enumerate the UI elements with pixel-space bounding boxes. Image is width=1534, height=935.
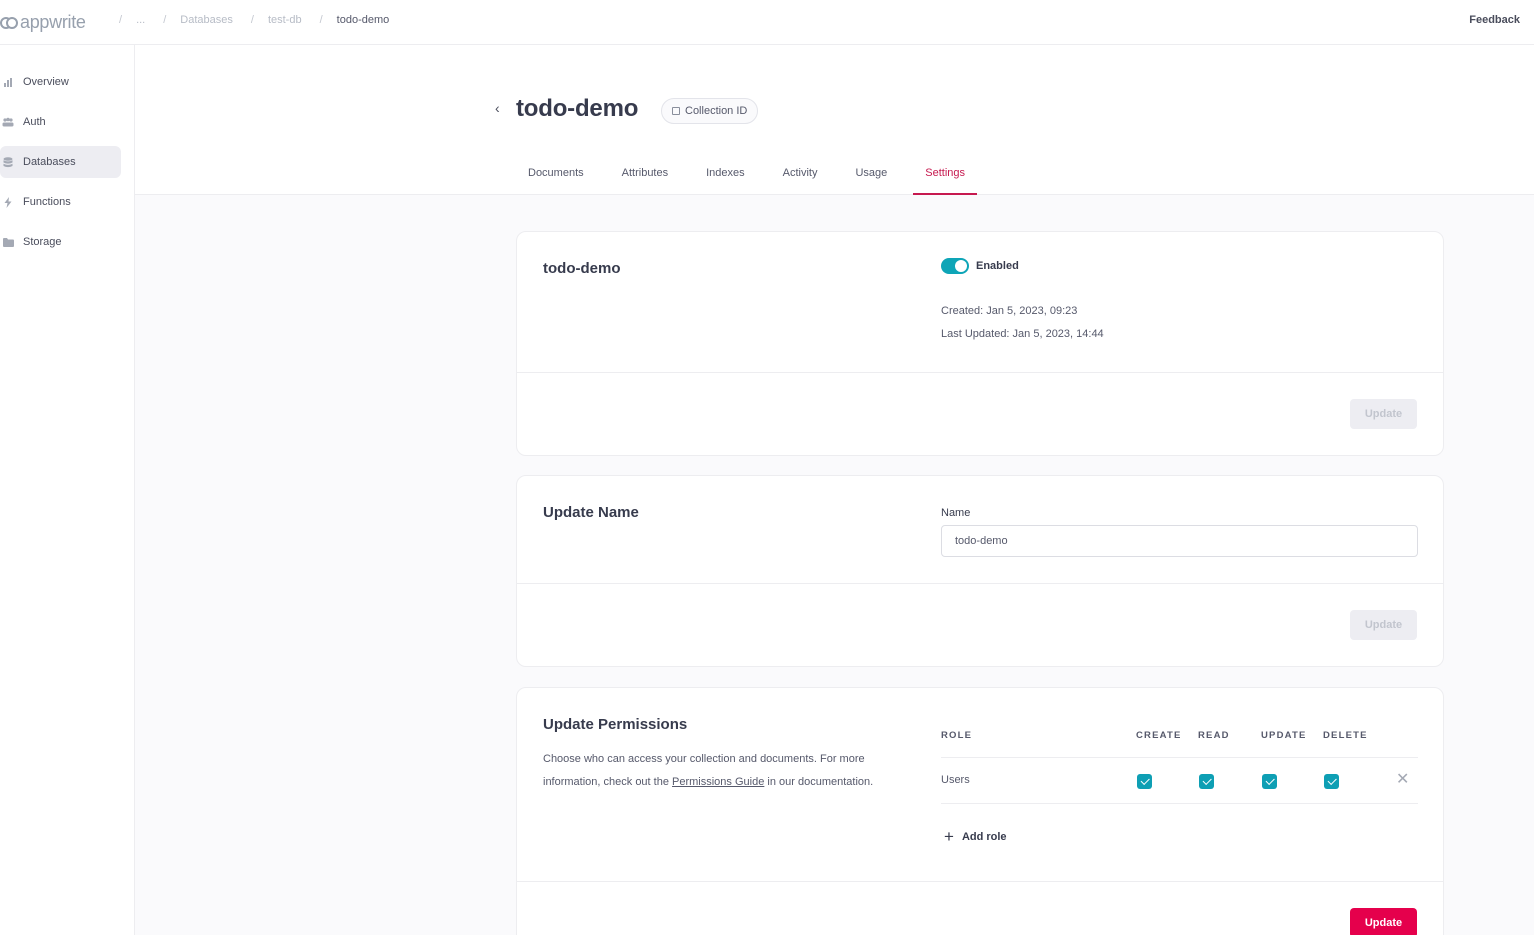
- tab-documents[interactable]: Documents: [516, 157, 596, 195]
- card-title: Update Name: [543, 504, 639, 521]
- breadcrumb-separator: /: [163, 14, 167, 26]
- sidebar-item-label: Overview: [23, 76, 69, 88]
- sidebar: Overview Auth Databases Functions Storag…: [0, 45, 135, 935]
- breadcrumb-separator: /: [250, 14, 254, 26]
- database-icon: [2, 156, 14, 168]
- plus-icon: +: [944, 827, 954, 846]
- chart-bar-icon: [2, 76, 14, 88]
- last-updated-date: Last Updated: Jan 5, 2023, 14:44: [941, 328, 1104, 340]
- appwrite-logo-icon: [0, 15, 18, 29]
- permissions-description-text: in our documentation.: [764, 775, 874, 788]
- card-footer: Update: [517, 881, 1443, 935]
- table-divider: [941, 803, 1418, 804]
- tab-indexes[interactable]: Indexes: [694, 157, 757, 195]
- breadcrumb-item-ellipsis[interactable]: ...: [136, 14, 145, 26]
- table-divider: [941, 757, 1418, 758]
- collection-id-label: Collection ID: [685, 105, 748, 117]
- sidebar-item-functions[interactable]: Functions: [0, 186, 121, 218]
- toggle-label: Enabled: [976, 260, 1019, 272]
- sidebar-item-label: Databases: [23, 156, 76, 168]
- appwrite-logo[interactable]: appwrite: [0, 10, 86, 34]
- update-permissions-button[interactable]: Update: [1350, 908, 1417, 935]
- update-status-button[interactable]: Update: [1350, 399, 1417, 429]
- delete-checkbox[interactable]: [1324, 774, 1339, 789]
- logo-text: appwrite: [20, 11, 86, 32]
- update-checkbox[interactable]: [1262, 774, 1277, 789]
- breadcrumb: / ... / Databases / test-db / todo-demo: [115, 14, 403, 26]
- column-header-create: CREATE: [1136, 730, 1182, 741]
- update-name-button[interactable]: Update: [1350, 610, 1417, 640]
- lightning-icon: [2, 196, 14, 208]
- folder-icon: [2, 236, 14, 248]
- users-icon: [2, 116, 14, 128]
- copy-icon: [672, 107, 680, 115]
- role-name: Users: [941, 774, 970, 786]
- sidebar-item-auth[interactable]: Auth: [0, 106, 121, 138]
- sidebar-item-label: Storage: [23, 236, 62, 248]
- breadcrumb-item-test-db[interactable]: test-db: [268, 14, 302, 26]
- update-permissions-card: Update Permissions Choose who can access…: [516, 687, 1444, 935]
- update-name-card: Update Name Name Update: [516, 475, 1444, 667]
- created-date: Created: Jan 5, 2023, 09:23: [941, 305, 1078, 317]
- name-input[interactable]: [941, 525, 1418, 557]
- permissions-description: Choose who can access your collection an…: [543, 748, 883, 793]
- card-footer: Update: [517, 583, 1443, 666]
- collection-status-card: todo-demo Enabled Created: Jan 5, 2023, …: [516, 231, 1444, 456]
- read-checkbox[interactable]: [1199, 774, 1214, 789]
- card-footer: Update: [517, 372, 1443, 455]
- breadcrumb-item-current: todo-demo: [336, 14, 390, 26]
- sidebar-item-databases[interactable]: Databases: [0, 146, 121, 178]
- breadcrumb-item-databases[interactable]: Databases: [180, 14, 233, 26]
- tab-bar: Documents Attributes Indexes Activity Us…: [516, 157, 991, 195]
- permissions-guide-link[interactable]: Permissions Guide: [672, 776, 764, 788]
- tab-settings[interactable]: Settings: [913, 157, 978, 195]
- add-role-button[interactable]: + Add role: [944, 828, 1007, 845]
- tab-attributes[interactable]: Attributes: [610, 157, 680, 195]
- sidebar-item-label: Functions: [23, 196, 71, 208]
- sidebar-item-label: Auth: [23, 116, 46, 128]
- card-title: todo-demo: [543, 260, 621, 277]
- sidebar-item-overview[interactable]: Overview: [0, 66, 121, 98]
- add-role-label: Add role: [961, 830, 1007, 843]
- page-header: ‹ todo-demo Collection ID Documents Attr…: [135, 45, 1534, 195]
- collection-id-button[interactable]: Collection ID: [661, 98, 759, 124]
- card-title: Update Permissions: [543, 716, 688, 733]
- tab-usage[interactable]: Usage: [843, 157, 899, 195]
- column-header-read: READ: [1198, 730, 1230, 741]
- tab-activity[interactable]: Activity: [771, 157, 830, 195]
- page-title: todo-demo: [516, 95, 639, 122]
- column-header-role: ROLE: [941, 730, 973, 741]
- top-header: appwrite / ... / Databases / test-db / t…: [0, 0, 1534, 45]
- close-icon[interactable]: ✕: [1396, 769, 1409, 789]
- chevron-left-icon[interactable]: ‹: [495, 100, 500, 116]
- feedback-button[interactable]: Feedback: [1469, 14, 1520, 26]
- breadcrumb-separator: /: [119, 14, 123, 26]
- column-header-update: UPDATE: [1261, 730, 1307, 741]
- sidebar-item-storage[interactable]: Storage: [0, 226, 121, 258]
- create-checkbox[interactable]: [1137, 774, 1152, 789]
- column-header-delete: DELETE: [1323, 730, 1368, 741]
- breadcrumb-separator: /: [319, 14, 323, 26]
- enabled-toggle[interactable]: [941, 258, 969, 274]
- name-field-label: Name: [941, 507, 971, 519]
